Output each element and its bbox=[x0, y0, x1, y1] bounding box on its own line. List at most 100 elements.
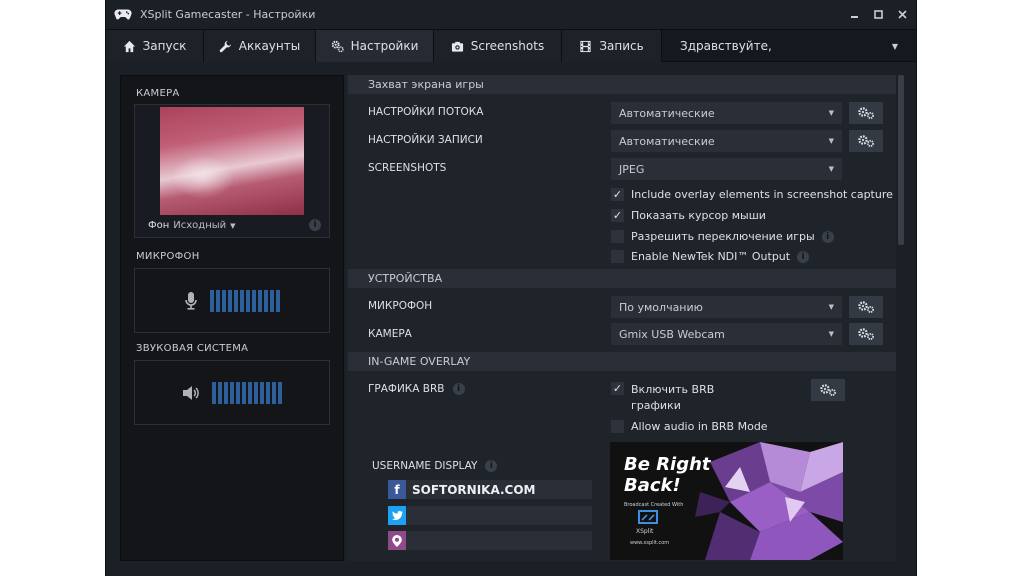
gears-icon bbox=[858, 135, 874, 147]
facebook-icon: f bbox=[388, 480, 406, 499]
section-devices: УСТРОЙСТВА bbox=[348, 269, 896, 288]
brb-caption: Broadcast Created With bbox=[624, 502, 684, 508]
checkbox-checked[interactable]: ✓ bbox=[611, 209, 624, 222]
tab-label: Запуск bbox=[142, 39, 187, 53]
background-selector[interactable]: Фон Исходный ▼ bbox=[148, 220, 236, 231]
gears-icon bbox=[858, 301, 874, 313]
select-value: Автоматические bbox=[619, 134, 715, 148]
tab-label: Запись bbox=[599, 39, 644, 53]
settings-scrollbar[interactable] bbox=[898, 75, 904, 245]
option-enable-brb[interactable]: ✓ Включить BRB графики bbox=[611, 382, 714, 414]
close-icon[interactable] bbox=[894, 6, 910, 22]
info-icon[interactable]: i bbox=[797, 250, 810, 263]
home-icon bbox=[123, 40, 135, 52]
gears-icon bbox=[858, 107, 874, 119]
option-game-switching[interactable]: Разрешить переключение игры i bbox=[611, 230, 834, 243]
window-controls bbox=[846, 6, 910, 22]
stream-settings-button[interactable] bbox=[849, 102, 883, 124]
option-show-cursor[interactable]: ✓ Показать курсор мыши bbox=[611, 209, 766, 222]
option-label: Enable NewTek NDI™ Output bbox=[631, 250, 791, 263]
periscope-username-field[interactable] bbox=[388, 531, 592, 550]
brb-enable-line2: графики bbox=[631, 399, 681, 412]
brb-brand: XSplit bbox=[636, 528, 654, 535]
tab-record[interactable]: Запись bbox=[562, 30, 662, 62]
screenshots-label: SCREENSHOTS bbox=[368, 162, 447, 174]
brb-settings-button[interactable] bbox=[811, 379, 845, 401]
record-settings-select[interactable]: Автоматические ▼ bbox=[611, 130, 842, 152]
screenshots-format-select[interactable]: JPEG ▼ bbox=[611, 158, 842, 180]
chevron-down-icon: ▼ bbox=[828, 137, 834, 145]
microphone-level-bars bbox=[210, 289, 280, 312]
tab-settings[interactable]: Настройки bbox=[316, 30, 434, 62]
info-icon[interactable]: i bbox=[452, 383, 465, 395]
option-label: Allow audio in BRB Mode bbox=[631, 420, 768, 433]
option-brb-audio[interactable]: Allow audio in BRB Mode bbox=[611, 420, 768, 433]
tab-accounts[interactable]: Аккаунты bbox=[204, 30, 316, 62]
checkbox-checked[interactable]: ✓ bbox=[611, 382, 624, 395]
option-label: Разрешить переключение игры bbox=[631, 230, 815, 243]
brb-title-line1: Be Right bbox=[624, 454, 711, 475]
option-label: Показать курсор мыши bbox=[631, 209, 766, 222]
info-icon[interactable]: i bbox=[309, 219, 321, 231]
film-icon bbox=[580, 40, 591, 52]
sound-system-label: ЗВУКОВАЯ СИСТЕМА bbox=[136, 343, 249, 354]
checkbox-unchecked[interactable] bbox=[611, 250, 624, 263]
username-display-label: USERNAME DISPLAY bbox=[372, 460, 478, 472]
info-icon[interactable]: i bbox=[485, 460, 498, 472]
twitter-icon bbox=[388, 506, 406, 525]
title-bar: XSplit Gamecaster - Настройки bbox=[106, 0, 916, 28]
brb-url: www.xsplit.com bbox=[630, 540, 670, 546]
maximize-icon[interactable] bbox=[870, 6, 886, 22]
preview-panel: КАМЕРА Фон Исходный ▼ i МИКРОФОН ЗВУКОВА… bbox=[120, 75, 344, 561]
twitter-username-field[interactable] bbox=[388, 506, 592, 525]
camera-select[interactable]: Gmix USB Webcam ▼ bbox=[611, 323, 842, 345]
window-title: XSplit Gamecaster - Настройки bbox=[140, 7, 316, 21]
wrench-icon bbox=[219, 40, 231, 52]
gears-icon bbox=[858, 328, 874, 340]
checkbox-checked[interactable]: ✓ bbox=[611, 188, 624, 201]
gears-icon bbox=[820, 384, 836, 396]
microphone-select[interactable]: По умолчанию ▼ bbox=[611, 296, 842, 318]
periscope-icon bbox=[388, 531, 406, 550]
tab-label: Screenshots bbox=[470, 39, 545, 53]
tab-launch[interactable]: Запуск bbox=[106, 30, 204, 62]
tab-label: Аккаунты bbox=[238, 39, 301, 53]
facebook-username-field[interactable]: f SOFTORNIKA.COM bbox=[388, 480, 592, 499]
chevron-down-icon: ▼ bbox=[828, 109, 834, 117]
checkbox-unchecked[interactable] bbox=[611, 420, 624, 433]
microphone-settings-button[interactable] bbox=[849, 296, 883, 318]
caret-down-icon: ▼ bbox=[230, 221, 236, 230]
stream-settings-select[interactable]: Автоматические ▼ bbox=[611, 102, 842, 124]
speaker-level-bars bbox=[212, 381, 282, 404]
device-microphone-label: МИКРОФОН bbox=[368, 300, 433, 312]
tab-label: Настройки bbox=[350, 39, 419, 53]
brb-graphics-row: ГРАФИКА BRB i bbox=[368, 383, 465, 395]
tab-screenshots[interactable]: Screenshots bbox=[434, 30, 562, 62]
option-overlay-in-screenshot[interactable]: ✓ Include overlay elements in screenshot … bbox=[611, 188, 893, 201]
info-icon[interactable]: i bbox=[821, 230, 834, 243]
select-value: Gmix USB Webcam bbox=[619, 327, 725, 341]
option-ndi-output[interactable]: Enable NewTek NDI™ Output i bbox=[611, 250, 810, 263]
option-label: Включить BRB графики bbox=[631, 382, 714, 414]
section-overlay: IN-GAME OVERLAY bbox=[348, 352, 896, 371]
record-settings-label: НАСТРОЙКИ ЗАПИСИ bbox=[368, 134, 483, 146]
camera-settings-button[interactable] bbox=[849, 323, 883, 345]
gears-icon bbox=[331, 40, 344, 52]
gamepad-logo-icon bbox=[114, 9, 132, 20]
chevron-down-icon: ▼ bbox=[891, 42, 898, 51]
minimize-icon[interactable] bbox=[846, 6, 862, 22]
option-label: Include overlay elements in screenshot c… bbox=[631, 188, 893, 201]
brb-graphics-label: ГРАФИКА BRB bbox=[368, 383, 445, 395]
account-menu[interactable]: Здравствуйте, ▼ bbox=[662, 30, 916, 61]
camera-icon bbox=[451, 41, 463, 52]
main-tabs: Запуск Аккаунты Настройки Screenshots За… bbox=[106, 29, 916, 62]
brb-title-line2: Back! bbox=[624, 475, 681, 496]
microphone-label: МИКРОФОН bbox=[136, 251, 200, 262]
username-display-row: USERNAME DISPLAY i bbox=[372, 460, 498, 472]
device-camera-label: КАМЕРА bbox=[368, 328, 412, 340]
record-settings-button[interactable] bbox=[849, 130, 883, 152]
chevron-down-icon: ▼ bbox=[828, 330, 834, 338]
checkbox-unchecked[interactable] bbox=[611, 230, 624, 243]
microphone-icon bbox=[185, 291, 197, 310]
settings-panel: Захват экрана игры НАСТРОЙКИ ПОТОКА Авто… bbox=[346, 75, 896, 561]
